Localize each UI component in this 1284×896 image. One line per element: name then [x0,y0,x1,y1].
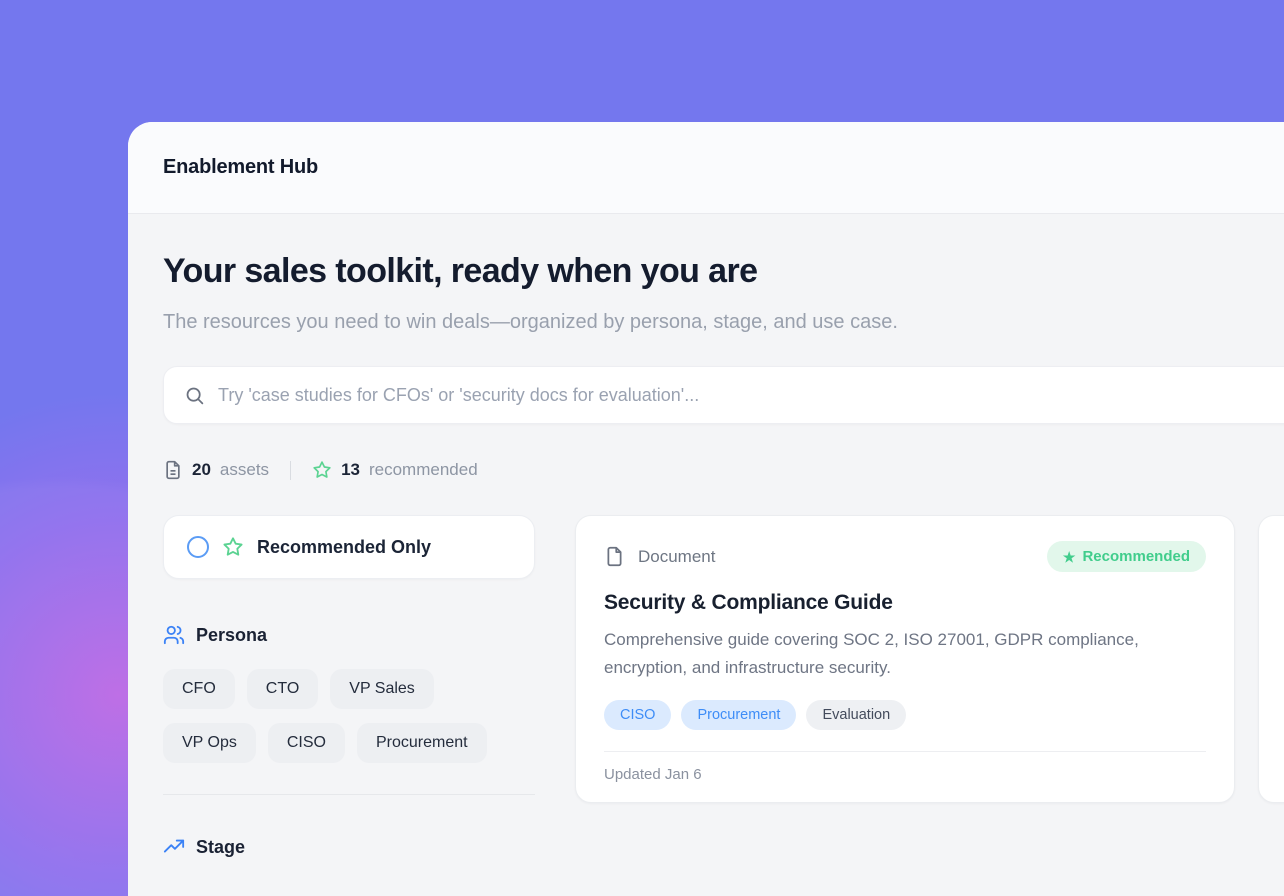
star-filled-icon: ★ [1063,550,1076,564]
document-lines-icon [163,460,183,480]
persona-section-header: Persona [163,624,535,646]
assets-label: assets [220,460,269,480]
card-updated: Updated Jan 6 [604,751,1206,802]
recommended-stat: 13 recommended [312,460,478,480]
star-icon [312,460,332,480]
search-input[interactable] [218,385,1284,406]
card-type-label: Document [638,547,715,567]
recommended-badge-label: Recommended [1082,548,1190,565]
persona-chips: CFO CTO VP Sales VP Ops CISO Procurement [163,669,535,763]
filter-sidebar: Recommended Only Persona CFO CTO VP Sale… [163,515,535,858]
users-icon [163,624,185,646]
tag-ciso[interactable]: CISO [604,700,671,730]
stage-section-header: Stage [163,836,535,858]
stats-divider [290,461,291,480]
app-title: Enablement Hub [163,156,318,179]
card-head: Document ★ Recommended [604,541,1206,572]
sidebar-divider [163,794,535,795]
panel-header: Enablement Hub [128,122,1284,214]
persona-chip-procurement[interactable]: Procurement [357,723,487,763]
stats-row: 20 assets 13 recommended [163,460,1284,480]
assets-stat: 20 assets [163,460,269,480]
asset-cards-grid: Document ★ Recommended Security & Compli… [575,515,1284,803]
persona-chip-cto[interactable]: CTO [247,669,318,709]
card-title: Security & Compliance Guide [604,591,1206,615]
recommended-label: recommended [369,460,478,480]
radio-circle-icon[interactable] [187,536,209,558]
tag-procurement[interactable]: Procurement [681,700,796,730]
persona-chip-vp-ops[interactable]: VP Ops [163,723,256,763]
star-icon [222,536,244,558]
file-icon [604,546,625,567]
tag-evaluation[interactable]: Evaluation [806,700,906,730]
search-bar[interactable] [163,366,1284,424]
card-description: Comprehensive guide covering SOC 2, ISO … [604,626,1190,681]
main-panel: Enablement Hub Your sales toolkit, ready… [128,122,1284,896]
page-title: Your sales toolkit, ready when you are [163,252,1284,291]
persona-chip-ciso[interactable]: CISO [268,723,345,763]
card-tags: CISO Procurement Evaluation [604,700,1206,730]
asset-card-security-compliance-guide[interactable]: Document ★ Recommended Security & Compli… [575,515,1235,803]
trending-up-icon [163,836,185,858]
card-type: Document [604,546,715,567]
persona-chip-cfo[interactable]: CFO [163,669,235,709]
recommended-badge: ★ Recommended [1047,541,1206,572]
stage-label: Stage [196,837,245,858]
recommended-only-toggle[interactable]: Recommended Only [163,515,535,579]
recommended-only-label: Recommended Only [257,537,431,558]
search-icon [184,385,205,406]
partial-asset-card[interactable] [1258,515,1284,803]
recommended-count: 13 [341,460,360,480]
content-row: Recommended Only Persona CFO CTO VP Sale… [163,515,1284,858]
persona-label: Persona [196,625,267,646]
page-subtitle: The resources you need to win deals—orga… [163,305,981,339]
persona-chip-vp-sales[interactable]: VP Sales [330,669,434,709]
assets-count: 20 [192,460,211,480]
panel-main: Your sales toolkit, ready when you are T… [128,214,1284,858]
